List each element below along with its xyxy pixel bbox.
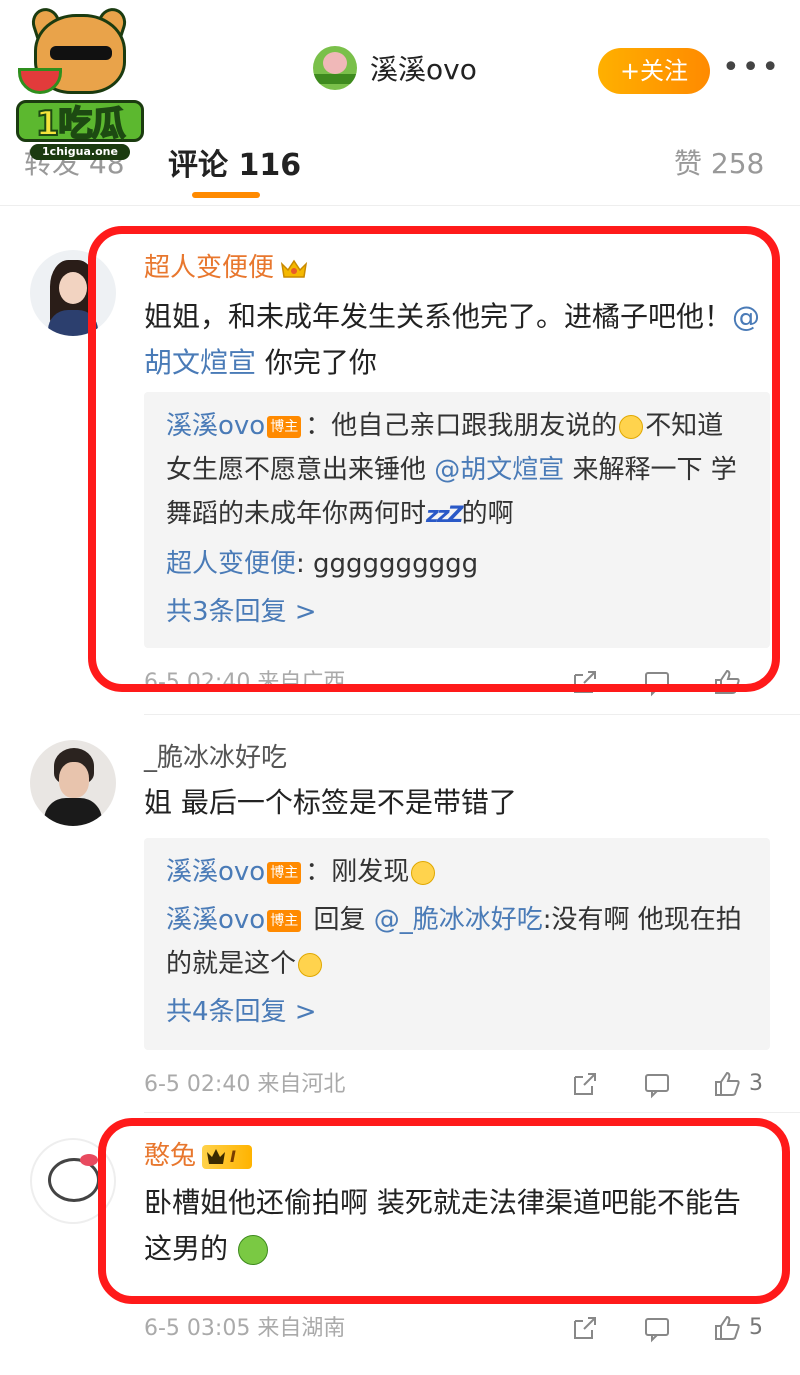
comment-author-name: 超人变便便 [144,253,275,283]
header-user-name[interactable]: 溪溪ovo [370,50,477,90]
tab-likes[interactable]: 赞 258 [674,142,764,182]
comment-item: _脆冰冰好吃 姐 最后一个标签是不是带错了 溪溪ovo 博主 ：刚发现 溪溪ovo 博… [0,720,800,1110]
like-count: 3 [749,1071,763,1096]
like-icon [715,1315,740,1340]
header-avatar[interactable] [313,46,357,90]
follow-button[interactable]: +关注 [598,48,710,94]
reply-box: 溪溪ovo 博主 ：他自己亲口跟我朋友说的 不知道女生愿不愿意出来锤他 @胡文煊宣 来… [144,392,770,648]
comment-actions: 3 [570,1068,780,1100]
comment-actions: 5 [570,1312,780,1344]
share-icon[interactable] [570,1312,600,1344]
comment-icon[interactable] [642,1068,672,1100]
comment-meta: 6-5 02:40 来自广西 [144,670,346,695]
more-replies-link[interactable]: 共4条回复 > [166,990,748,1034]
grin-emoji-icon [619,414,644,439]
avatar[interactable] [30,1138,116,1224]
author-badge: 博主 [267,909,302,932]
comment-text: 卧槽姐他还偷拍啊 装死就走法律渠道吧能不能告这男的 [144,1186,741,1265]
online-dot [96,1210,110,1222]
like-button[interactable]: 5 [712,1312,763,1344]
reply-item: 超人变便便: gggggggggg [166,549,479,579]
comment-author-name[interactable]: _脆冰冰好吃 [144,740,287,776]
reply-author[interactable]: 超人变便便 [166,549,296,579]
mention-link[interactable]: @_脆冰冰好吃 [374,905,543,935]
reply-item: 溪溪ovo 博主 ：刚发现 [166,850,748,894]
comment-item: 憨兔 I 卧槽姐他还偷拍啊 装死就走法律渠道吧能不能告这男的 6-5 03:05 … [0,1118,800,1368]
comment-actions [570,666,780,698]
reply-box: 溪溪ovo 博主 ：刚发现 溪溪ovo 博主 回复 @_脆冰冰好吃:没有啊 他现在拍的… [144,838,770,1050]
share-icon[interactable] [570,666,600,698]
pig-icon [323,52,347,74]
comment-meta: 6-5 03:05 来自湖南 [144,1316,346,1341]
tab-comments[interactable]: 评论 116 [168,140,301,184]
vip-badge: I [202,1144,252,1169]
like-icon [715,1071,740,1096]
sleep-zzz-icon: zzZ [426,503,464,528]
logo-sunglasses [50,46,112,60]
avatar[interactable] [30,250,116,336]
comment-icon[interactable] [642,666,672,698]
active-tab-indicator [192,192,260,198]
reply-author[interactable]: 溪溪ovo [166,905,265,935]
comment-item: 超人变便便 姐姐，和未成年发生关系他完了。进橘子吧他！@胡文煊宣 你完了你 溪溪… [0,220,800,720]
like-count: 5 [749,1315,763,1340]
share-icon[interactable] [570,1068,600,1100]
comment-author[interactable]: 超人变便便 [144,250,308,286]
comment-author-name: 憨兔 [144,1141,197,1171]
logo-url: 1chigua.one [30,144,130,160]
reply-item: 溪溪ovo 博主 回复 @_脆冰冰好吃:没有啊 他现在拍的就是这个 [166,905,742,979]
logo-text: 1吃瓜 [16,100,144,145]
crown-icon [280,259,308,278]
author-badge: 博主 [267,861,302,884]
comment-text: 姐姐，和未成年发生关系他完了。进橘子吧他！@胡文煊宣 你完了你 [144,300,761,379]
site-watermark-logo: 1吃瓜 1chigua.one [12,4,148,160]
like-icon[interactable] [712,666,742,698]
reply-item: 溪溪ovo 博主 ：他自己亲口跟我朋友说的 不知道女生愿不愿意出来锤他 @胡文煊宣 来… [166,404,748,538]
author-badge: 博主 [267,415,302,438]
comment-text: 姐 最后一个标签是不是带错了 [144,786,517,819]
comment-author[interactable]: 憨兔 I [144,1138,252,1174]
mention-link[interactable]: @胡文煊宣 [434,455,564,485]
grin-emoji-icon [411,860,436,885]
comment-meta: 6-5 02:40 来自河北 [144,1072,346,1097]
more-options-icon[interactable]: ••• [722,53,779,84]
more-replies-link[interactable]: 共3条回复 > [166,590,748,634]
smile-emoji-icon [298,952,323,977]
crown-icon [207,1148,226,1164]
avatar[interactable] [30,740,116,826]
reply-author[interactable]: 溪溪ovo [166,857,265,887]
comment-icon[interactable] [642,1312,672,1344]
reply-author[interactable]: 溪溪ovo [166,411,265,441]
like-button[interactable]: 3 [712,1068,763,1100]
nauseated-emoji-icon [238,1235,269,1265]
